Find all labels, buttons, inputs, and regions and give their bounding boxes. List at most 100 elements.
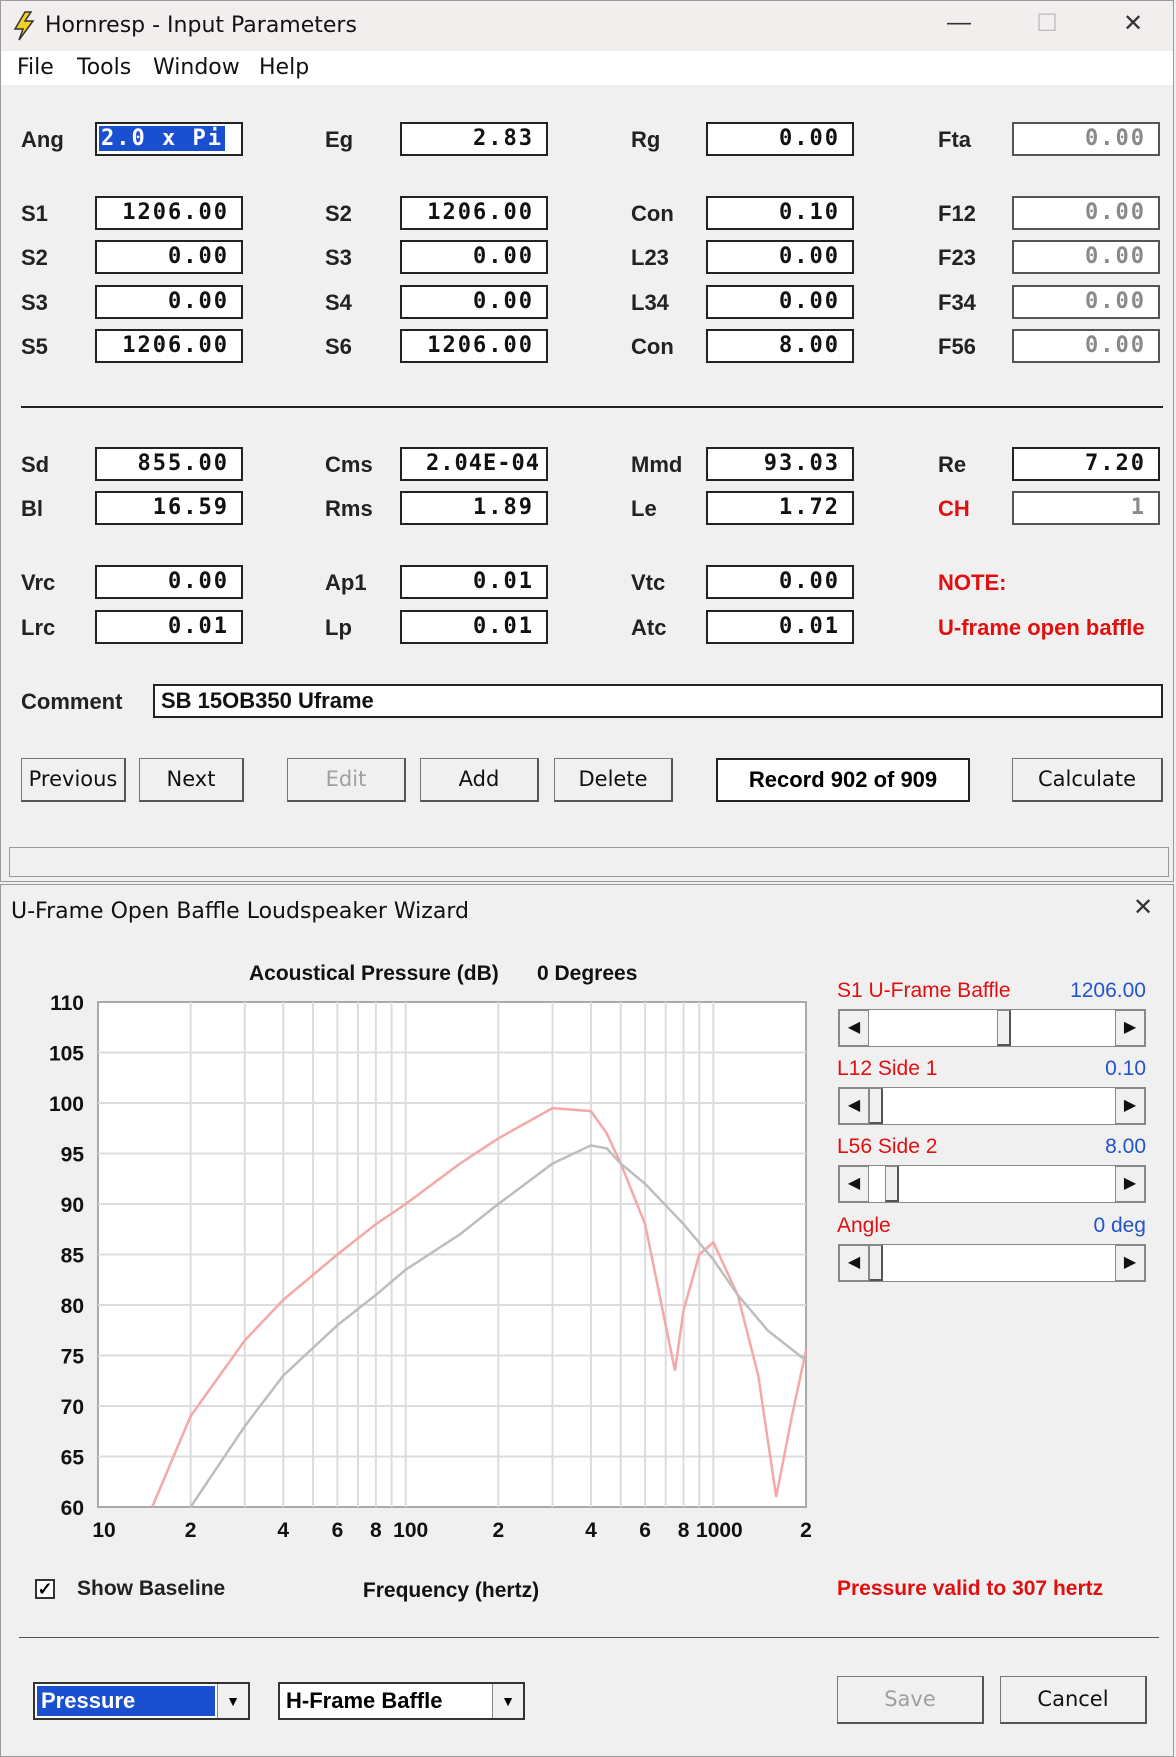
s3-col2-field[interactable]: 0.00	[400, 240, 548, 274]
s5-field[interactable]: 1206.00	[95, 329, 243, 363]
f23-field[interactable]: 0.00	[1012, 240, 1160, 274]
lp-field[interactable]: 0.01	[400, 610, 548, 644]
scroll-right-icon[interactable]: ▶	[1115, 1010, 1145, 1046]
menu-window[interactable]: Window	[153, 55, 240, 80]
con-1-field[interactable]: 0.10	[706, 196, 854, 230]
edit-button[interactable]: Edit	[287, 758, 406, 802]
calculate-button[interactable]: Calculate	[1012, 758, 1163, 802]
ch-field[interactable]: 1	[1012, 491, 1160, 525]
slider-s1-scrollbar[interactable]: ◀ ▶	[838, 1009, 1146, 1047]
s3-field[interactable]: 0.00	[95, 285, 243, 319]
menu-tools[interactable]: Tools	[77, 55, 131, 80]
save-button[interactable]: Save	[837, 1676, 984, 1724]
window-title: Hornresp - Input Parameters	[45, 13, 357, 38]
maximize-button[interactable]: ☐	[1027, 9, 1067, 38]
scroll-left-icon[interactable]: ◀	[839, 1088, 869, 1124]
con-2-field[interactable]: 8.00	[706, 329, 854, 363]
scroll-thumb[interactable]	[996, 1010, 1011, 1046]
x-axis-label: Frequency (hertz)	[363, 1579, 539, 1602]
label-atc: Atc	[631, 615, 667, 640]
menu-file[interactable]: File	[17, 55, 54, 80]
scroll-right-icon[interactable]: ▶	[1115, 1245, 1145, 1281]
label-vrc: Vrc	[21, 570, 56, 595]
scroll-left-icon[interactable]: ◀	[839, 1245, 869, 1281]
label-s2-col2: S2	[325, 201, 352, 226]
minimize-button[interactable]: —	[939, 9, 979, 37]
scroll-right-icon[interactable]: ▶	[1115, 1166, 1145, 1202]
slider-l56-scrollbar[interactable]: ◀ ▶	[838, 1165, 1146, 1203]
close-button[interactable]: ✕	[1113, 9, 1153, 38]
scroll-left-icon[interactable]: ◀	[839, 1166, 869, 1202]
mmd-field[interactable]: 93.03	[706, 447, 854, 481]
ang-field[interactable]: 2.0 x Pi	[95, 122, 243, 156]
label-lp: Lp	[325, 615, 352, 640]
label-con-1: Con	[631, 201, 674, 226]
comment-field[interactable]: SB 15OB350 Uframe	[153, 684, 1163, 718]
plot-type-select[interactable]: Pressure ▼	[33, 1682, 250, 1720]
wizard-close-button[interactable]: ✕	[1123, 893, 1163, 922]
menu-help[interactable]: Help	[259, 55, 309, 80]
x-tick-label: 2	[185, 1519, 197, 1542]
slider-l12-scrollbar[interactable]: ◀ ▶	[838, 1087, 1146, 1125]
label-s3-col2: S3	[325, 245, 352, 270]
s2-col2-field[interactable]: 1206.00	[400, 196, 548, 230]
eg-field[interactable]: 2.83	[400, 122, 548, 156]
s6-field[interactable]: 1206.00	[400, 329, 548, 363]
plot-type-value: Pressure	[37, 1686, 215, 1716]
atc-field[interactable]: 0.01	[706, 610, 854, 644]
rg-field[interactable]: 0.00	[706, 122, 854, 156]
chevron-down-icon[interactable]: ▼	[492, 1684, 523, 1718]
fta-field[interactable]: 0.00	[1012, 122, 1160, 156]
s2-field[interactable]: 0.00	[95, 240, 243, 274]
scroll-right-icon[interactable]: ▶	[1115, 1088, 1145, 1124]
re-field[interactable]: 7.20	[1012, 447, 1160, 481]
x-tick-label: 100	[393, 1519, 428, 1542]
label-ang: Ang	[21, 127, 64, 152]
chevron-down-icon[interactable]: ▼	[217, 1684, 248, 1718]
scroll-left-icon[interactable]: ◀	[839, 1010, 869, 1046]
slider-angle-label: Angle	[837, 1214, 891, 1237]
s1-field[interactable]: 1206.00	[95, 196, 243, 230]
bl-field[interactable]: 16.59	[95, 491, 243, 525]
f56-field[interactable]: 0.00	[1012, 329, 1160, 363]
delete-button[interactable]: Delete	[554, 758, 673, 802]
scroll-thumb[interactable]	[885, 1166, 900, 1202]
vtc-field[interactable]: 0.00	[706, 565, 854, 599]
y-tick-label: 110	[50, 992, 84, 1015]
x-tick-label: 8	[370, 1519, 382, 1542]
note-label: NOTE:	[938, 570, 1007, 595]
next-button[interactable]: Next	[139, 758, 244, 802]
show-baseline-checkbox[interactable]: ✓	[35, 1579, 55, 1599]
rms-field[interactable]: 1.89	[400, 491, 548, 525]
add-button[interactable]: Add	[420, 758, 539, 802]
x-tick-label: 4	[277, 1519, 289, 1542]
scroll-thumb[interactable]	[869, 1245, 883, 1281]
l23-field[interactable]: 0.00	[706, 240, 854, 274]
cancel-button[interactable]: Cancel	[1000, 1676, 1147, 1724]
previous-button[interactable]: Previous	[21, 758, 126, 802]
label-l34: L34	[631, 290, 669, 315]
label-con-2: Con	[631, 334, 674, 359]
slider-angle-scrollbar[interactable]: ◀ ▶	[838, 1244, 1146, 1282]
label-comment: Comment	[21, 689, 123, 714]
label-s6: S6	[325, 334, 352, 359]
ap1-field[interactable]: 0.01	[400, 565, 548, 599]
l34-field[interactable]: 0.00	[706, 285, 854, 319]
vrc-field[interactable]: 0.00	[95, 565, 243, 599]
baffle-type-select[interactable]: H-Frame Baffle ▼	[278, 1682, 525, 1720]
scroll-track	[869, 1088, 1115, 1124]
scroll-track	[869, 1245, 1115, 1281]
note-text: U-frame open baffle	[938, 615, 1145, 640]
wizard-title: U-Frame Open Baffle Loudspeaker Wizard	[11, 899, 469, 924]
s4-field[interactable]: 0.00	[400, 285, 548, 319]
menu-bar: File Tools Window Help	[1, 51, 1173, 85]
lrc-field[interactable]: 0.01	[95, 610, 243, 644]
f12-field[interactable]: 0.00	[1012, 196, 1160, 230]
cms-field[interactable]: 2.04E-04	[400, 447, 548, 481]
f34-field[interactable]: 0.00	[1012, 285, 1160, 319]
le-field[interactable]: 1.72	[706, 491, 854, 525]
sd-field[interactable]: 855.00	[95, 447, 243, 481]
label-f34: F34	[938, 290, 976, 315]
label-sd: Sd	[21, 452, 50, 477]
scroll-thumb[interactable]	[869, 1088, 883, 1124]
